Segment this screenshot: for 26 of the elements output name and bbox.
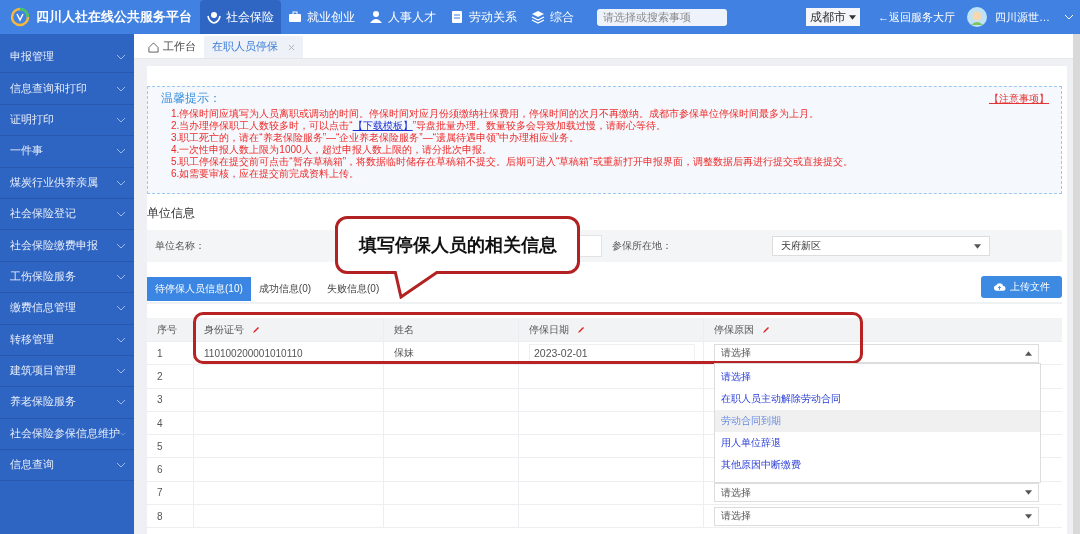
table-cell: 4 [147,411,194,435]
table-cell: 5 [147,435,194,458]
table-cell: 保妹 [394,346,414,361]
notice-line: 1.停保时间应填写为人员离职或调动的时间。停保时间对应月份须缴纳社保费用，停保时间的次月不再缴纳。成都市参保单位停保时间最多为上月。 [171,108,821,119]
notice-line: 2.当办理停保职工人数较多时，可以点击“【下载模板】”导盘批量办理。数量较多会导致加载过慢，请耐心等待。 [171,120,667,131]
column-header: 停保原因 [704,318,1062,341]
notice-line: 6.如需要审核，应在提交前完成资料上传。 [171,168,361,179]
table-cell: 110100200001010110 [204,347,303,359]
notice-line: 3.职工死亡的，请在“养老保险服务”—“企业养老保险服务”—“遗属待遇申领”中办理相应业务。 [171,132,581,143]
field-label: 参保所在地： [612,239,673,253]
table-cell: 8 [147,505,194,528]
column-header: 姓名 [384,318,519,341]
platform-title: 四川人社在线公共服务平台 [36,8,192,26]
notice-title: 温馨提示： [161,90,221,107]
table-cell: 2 [147,365,194,388]
table-cell: 1 [147,342,194,365]
notice-line: 5.职工停保在提交前可点击“暂存草稿箱”，将数据临时储存在草稿箱不提交。后期可进入“草稿箱”或重新打开申报界面，调整数据后再进行提交或直接提交。 [171,156,854,167]
table-cell: 6 [147,458,194,481]
field-label: 单位名称： [155,239,206,253]
column-header: 停保日期 [519,318,704,341]
table-cell: 3 [147,388,194,411]
column-header: 身份证号 [194,318,384,341]
notice-line: 4.一次性申报人数上限为1000人，超过申报人数上限的，请分批次申报。 [171,144,493,155]
table-cell: 7 [147,481,194,505]
section-title: 单位信息 [147,206,196,221]
column-header: 序号 [147,318,194,341]
